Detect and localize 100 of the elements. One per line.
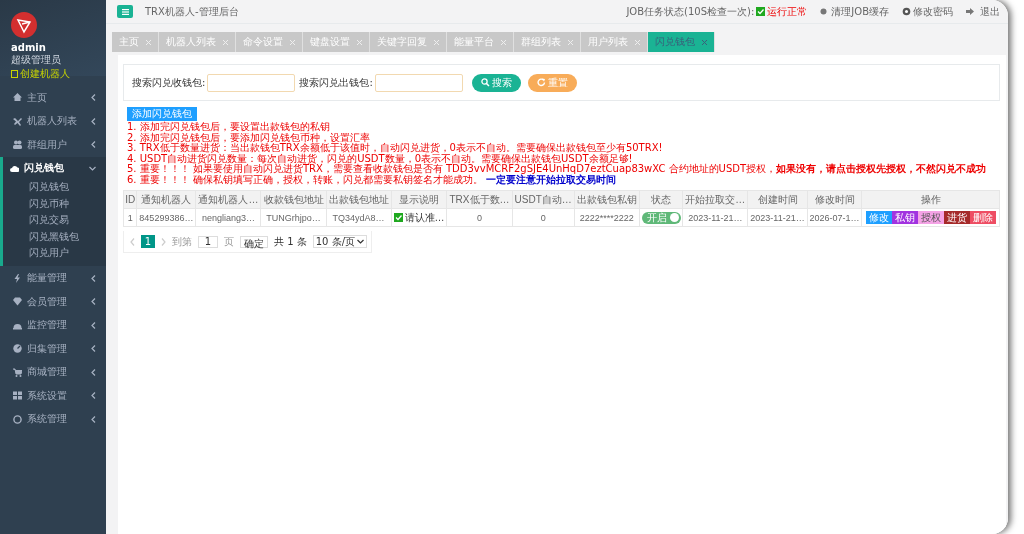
page-button[interactable]: 1 <box>141 235 155 248</box>
job-status-label: JOB任务状态(10S检查一次): <box>626 4 755 19</box>
close-icon <box>635 39 640 45</box>
table-cell: TUNGrhjpo… <box>260 208 327 227</box>
action-button[interactable]: 删除 <box>969 211 996 224</box>
note-text: 1. 添加完闪兑钱包后，要设置出款钱包的私钥 <box>127 121 330 132</box>
windows-icon <box>13 391 22 401</box>
action-button[interactable]: 修改 <box>865 211 892 224</box>
sidebar-item[interactable]: 闪兑钱包 <box>3 156 106 180</box>
note-text: 2. 添加完闪兑钱包后，要添加闪兑钱包币种，设置汇率 <box>127 131 370 143</box>
sidebar-item[interactable]: 主页 <box>3 86 106 110</box>
header-link[interactable]: 退出 <box>966 4 1000 19</box>
header-link[interactable]: 清理JOB缓存 <box>820 4 889 19</box>
gauge-icon <box>13 344 22 354</box>
user-name: admin <box>11 42 46 53</box>
table-cell: 0 <box>512 208 575 227</box>
column-header: 显示说明 <box>391 190 447 209</box>
sidebar-item[interactable]: 商城管理 <box>3 360 106 384</box>
sidebar-item[interactable]: 系统设置 <box>3 383 106 408</box>
sidebar-item[interactable]: 会员管理 <box>3 289 106 314</box>
table-cell: 845299386… <box>136 208 196 227</box>
note-text: 6. 重要！！！ 确保私钥填写正确，授权，转账，闪兑都需要私钥签名才能成功。 <box>127 173 483 185</box>
note-text: 5. 重要！！！ 如果要使用自动闪兑进货TRX，需要查看收款钱包是否有 TDD3vvMCRF2gSJE4UnHqD7eztCuap83wXC 合约地址的USDT授权，如果没有，请点击授权先授权，不然闪兑不成功 <box>127 163 987 174</box>
note-highlight: 一定要注意开始拉取交易时间 <box>486 173 617 185</box>
search-button[interactable]: 搜索 <box>471 73 521 92</box>
sidebar-item[interactable]: 群组用户 <box>3 133 106 157</box>
cloud-icon <box>10 163 19 173</box>
field-label: 搜索闪兑收钱包: <box>132 75 206 90</box>
table-cell: nengliang3… <box>195 208 261 227</box>
job-status-text: 运行正常 <box>767 4 808 19</box>
sidebar-item[interactable]: 归集管理 <box>3 336 106 361</box>
menu-button[interactable] <box>117 5 133 18</box>
chevron-icon <box>91 141 96 149</box>
logout-icon <box>966 7 975 16</box>
submenu-item[interactable]: 闪兑黑钱包 <box>29 229 79 244</box>
close-icon <box>146 39 151 45</box>
sidebar-item[interactable]: 监控管理 <box>3 313 106 337</box>
chevron-icon <box>91 321 96 329</box>
search-icon <box>480 78 490 87</box>
users-icon <box>13 140 22 150</box>
submenu-item[interactable]: 闪兑币种 <box>29 196 69 211</box>
field-label: 搜索闪兑出钱包: <box>299 75 373 90</box>
next-icon[interactable] <box>161 237 166 246</box>
column-header: USDT自动… <box>512 190 575 209</box>
close-icon <box>434 39 439 45</box>
close-icon <box>357 39 362 45</box>
column-header: ID <box>123 190 137 209</box>
chevron-icon <box>91 117 96 125</box>
submenu-item[interactable]: 闪兑交易 <box>29 213 69 228</box>
column-header: 通知机器人… <box>195 190 261 209</box>
table-cell: TQ34ydA8… <box>326 208 392 227</box>
create-bot-link[interactable]: 创建机器人 <box>11 67 70 81</box>
logo-icon <box>11 12 37 38</box>
cart-icon <box>13 367 22 377</box>
note-text: 4. USDT自动进货闪兑数量：每次自动进货，闪兑的USDT数量，0表示不自动。需要确保出款钱包USDT余额足够! <box>127 152 633 164</box>
chevron-icon <box>89 165 96 171</box>
diamond-icon <box>13 297 22 307</box>
close-icon <box>223 39 228 45</box>
goto-label: 到第 <box>172 234 192 249</box>
table-cell: 0 <box>446 208 513 227</box>
sidebar-item[interactable]: 能量管理 <box>3 266 106 290</box>
sidebar-item[interactable]: 系统管理 <box>3 407 106 431</box>
page-size-select[interactable]: 10 条/页 <box>312 235 367 248</box>
user-role: 超级管理员 <box>11 53 61 67</box>
input-field[interactable] <box>207 73 296 92</box>
table-cell: 2023-11-21… <box>682 208 748 227</box>
tab[interactable]: 闪兑钱包 <box>648 32 715 52</box>
add-wallet-button[interactable]: 添加闪兑钱包 <box>127 107 197 121</box>
chevron-icon <box>91 415 96 423</box>
chevron-icon <box>91 298 96 306</box>
submenu-item[interactable]: 闪兑钱包 <box>29 180 69 194</box>
close-icon <box>290 39 295 45</box>
close-icon <box>568 39 573 45</box>
home-icon <box>13 93 22 103</box>
action-button[interactable]: 进货 <box>943 211 970 224</box>
sidebar-item[interactable]: 机器人列表 <box>3 109 106 133</box>
column-header: 修改时间 <box>807 190 862 209</box>
chevron-icon <box>357 239 364 244</box>
lightning-icon <box>13 273 22 283</box>
column-header: TRX低于数… <box>446 190 513 209</box>
page-input[interactable]: 1 <box>198 235 218 248</box>
app-title: TRX机器人-管理后台 <box>145 4 240 19</box>
close-icon <box>501 39 506 45</box>
chevron-icon <box>91 392 96 400</box>
column-header: 操作 <box>861 190 1000 209</box>
chevron-icon <box>91 345 96 353</box>
chevron-icon <box>91 94 96 102</box>
plane-icon <box>13 116 22 126</box>
submenu-item[interactable]: 闪兑用户 <box>29 246 69 261</box>
column-header: 通知机器人 <box>136 190 196 209</box>
table-cell: 1 <box>123 208 137 227</box>
input-field[interactable] <box>374 73 463 92</box>
confirm-button[interactable]: 确定 <box>240 235 268 248</box>
close-icon <box>702 39 707 45</box>
action-button[interactable]: 授权 <box>917 211 944 224</box>
chevron-icon <box>91 368 96 376</box>
prev-icon[interactable] <box>130 237 135 246</box>
cell-text: 请认准… <box>404 210 445 225</box>
action-button[interactable]: 私钥 <box>891 211 918 224</box>
header-link[interactable]: 修改密码 <box>902 4 953 19</box>
